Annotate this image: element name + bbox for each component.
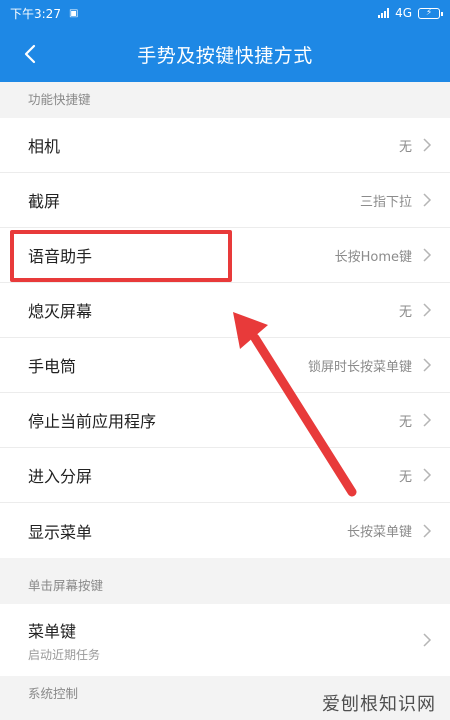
chevron-right-icon	[423, 248, 432, 262]
row-menu-key[interactable]: 菜单键 启动近期任务	[0, 604, 450, 676]
row-camera[interactable]: 相机 无	[0, 118, 450, 173]
chevron-right-icon	[423, 633, 432, 647]
row-label: 菜单键	[28, 621, 77, 641]
row-label: 截屏	[28, 192, 61, 211]
network-type: 4G	[395, 6, 412, 20]
chevron-right-icon	[423, 303, 432, 317]
row-sublabel: 启动近期任务	[28, 647, 101, 662]
status-bar: 下午3:27 ▣ 4G ⚡	[0, 0, 450, 26]
row-value: 无	[398, 414, 412, 430]
chevron-right-icon	[423, 138, 432, 152]
row-screen-off[interactable]: 熄灭屏幕 无	[0, 283, 450, 338]
row-value: 长按Home键	[334, 249, 412, 265]
settings-list: 功能快捷键 相机 无 截屏 三指下拉 语音助手 长按Home键 熄灭屏幕 无 手…	[0, 82, 450, 712]
row-flashlight[interactable]: 手电筒 锁屏时长按菜单键	[0, 338, 450, 393]
chevron-right-icon	[423, 468, 432, 482]
page-title: 手势及按键快捷方式	[137, 44, 313, 67]
battery-charging-icon: ⚡	[418, 7, 443, 19]
section-header-single: 单击屏幕按键	[0, 568, 450, 604]
signal-icon	[378, 8, 390, 18]
row-label: 停止当前应用程序	[28, 412, 157, 431]
chevron-right-icon	[423, 523, 432, 538]
row-label: 相机	[28, 137, 61, 156]
single-tap-group: 菜单键 启动近期任务	[0, 604, 450, 676]
back-button[interactable]	[14, 38, 46, 70]
row-value: 无	[398, 304, 412, 320]
row-value: 无	[398, 469, 412, 485]
function-shortcuts-group: 相机 无 截屏 三指下拉 语音助手 长按Home键 熄灭屏幕 无 手电筒 锁屏时…	[0, 118, 450, 558]
chevron-left-icon	[24, 44, 36, 64]
row-label: 熄灭屏幕	[28, 302, 93, 321]
row-split-screen[interactable]: 进入分屏 无	[0, 448, 450, 503]
row-stop-app[interactable]: 停止当前应用程序 无	[0, 393, 450, 448]
row-value: 长按菜单键	[346, 525, 412, 540]
row-label: 显示菜单	[28, 522, 93, 542]
title-bar: 手势及按键快捷方式	[0, 26, 450, 82]
notification-icon: ▣	[68, 7, 79, 19]
status-time: 下午3:27	[10, 6, 61, 21]
chevron-right-icon	[423, 358, 432, 372]
row-value: 三指下拉	[359, 194, 412, 210]
row-value: 无	[398, 139, 412, 155]
chevron-right-icon	[423, 193, 432, 207]
row-value: 锁屏时长按菜单键	[307, 359, 412, 375]
row-label: 进入分屏	[28, 467, 93, 486]
divider	[0, 558, 450, 568]
chevron-right-icon	[423, 413, 432, 427]
watermark: 爱刨根知识网	[322, 694, 436, 715]
row-label: 语音助手	[28, 247, 93, 266]
row-label: 手电筒	[28, 357, 77, 376]
row-show-menu[interactable]: 显示菜单 长按菜单键	[0, 503, 450, 558]
row-voice-assistant[interactable]: 语音助手 长按Home键	[0, 228, 450, 283]
section-header-function: 功能快捷键	[0, 82, 450, 118]
row-screenshot[interactable]: 截屏 三指下拉	[0, 173, 450, 228]
